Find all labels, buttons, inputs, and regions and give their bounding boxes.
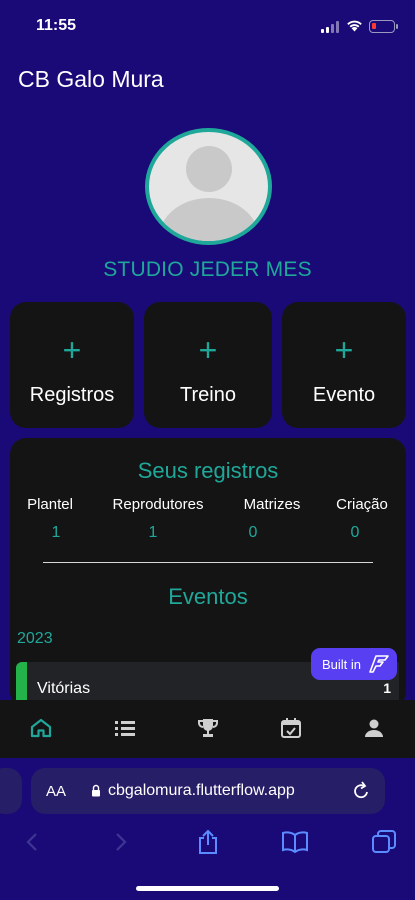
action-label: Registros <box>29 384 115 406</box>
nav-calendar[interactable] <box>277 714 305 742</box>
profile-name: STUDIO JEDER MES <box>103 258 312 281</box>
events-year: 2023 <box>17 630 53 647</box>
bookmarks-button[interactable] <box>280 828 310 856</box>
tabs-button[interactable] <box>369 828 399 856</box>
cellular-signal-icon <box>321 21 339 33</box>
stat-label-criacao: Criação <box>336 496 388 513</box>
event-label: Vitórias <box>37 680 91 697</box>
plus-icon: + <box>334 332 354 368</box>
forward-button[interactable] <box>106 828 136 856</box>
chevron-left-icon <box>26 833 37 851</box>
badge-label: Built in <box>322 656 362 672</box>
status-time: 11:55 <box>36 17 77 34</box>
previous-tab[interactable] <box>0 768 22 814</box>
stat-value-reprodutores: 1 <box>148 524 158 541</box>
person-icon <box>365 719 383 737</box>
user-placeholder-icon <box>149 132 268 241</box>
evento-action-button[interactable]: + Evento <box>282 302 406 428</box>
trophy-icon <box>198 719 218 737</box>
wifi-icon <box>347 20 362 32</box>
registros-action-button[interactable]: + Registros <box>10 302 134 428</box>
home-icon <box>30 718 52 738</box>
stat-value-criacao: 0 <box>350 524 360 541</box>
divider <box>43 562 373 563</box>
browser-chrome: AA cbgalomura.flutterflow.app <box>0 758 415 900</box>
lock-icon <box>92 784 100 797</box>
address-bar[interactable]: AA cbgalomura.flutterflow.app <box>31 768 385 814</box>
nav-profile[interactable] <box>360 714 388 742</box>
book-icon <box>282 831 308 853</box>
stat-value-matrizes: 0 <box>248 524 258 541</box>
event-count: 1 <box>383 680 391 696</box>
list-icon <box>115 721 135 736</box>
stat-value-plantel: 1 <box>51 524 61 541</box>
bottom-nav <box>0 700 415 758</box>
battery-icon <box>369 20 398 33</box>
status-bar: 11:55 <box>0 0 415 54</box>
stat-label-matrizes: Matrizes <box>243 496 301 513</box>
reload-icon[interactable] <box>352 781 370 801</box>
reader-settings-button[interactable]: AA <box>46 783 66 800</box>
back-button[interactable] <box>17 828 47 856</box>
action-label: Treino <box>180 384 236 406</box>
nav-home[interactable] <box>27 714 55 742</box>
avatar[interactable] <box>145 128 272 245</box>
records-title: Seus registros <box>137 458 279 483</box>
calendar-check-icon <box>281 718 301 738</box>
events-title: Eventos <box>168 584 248 609</box>
chevron-right-icon <box>116 833 127 851</box>
nav-trophy[interactable] <box>194 714 222 742</box>
stat-label-plantel: Plantel <box>27 496 73 513</box>
nav-list[interactable] <box>111 714 139 742</box>
plus-icon: + <box>198 332 218 368</box>
plus-icon: + <box>62 332 82 368</box>
share-button[interactable] <box>193 828 223 856</box>
built-in-badge[interactable]: Built in <box>311 648 397 680</box>
stat-label-reprodutores: Reprodutores <box>112 496 204 513</box>
action-label: Evento <box>312 384 376 406</box>
treino-action-button[interactable]: + Treino <box>144 302 272 428</box>
url-text: cbgalomura.flutterflow.app <box>108 782 295 799</box>
tabs-icon <box>372 830 396 853</box>
flutterflow-icon <box>369 655 389 673</box>
app-title: CB Galo Mura <box>18 66 164 92</box>
share-icon <box>199 829 217 854</box>
home-indicator <box>136 886 279 891</box>
